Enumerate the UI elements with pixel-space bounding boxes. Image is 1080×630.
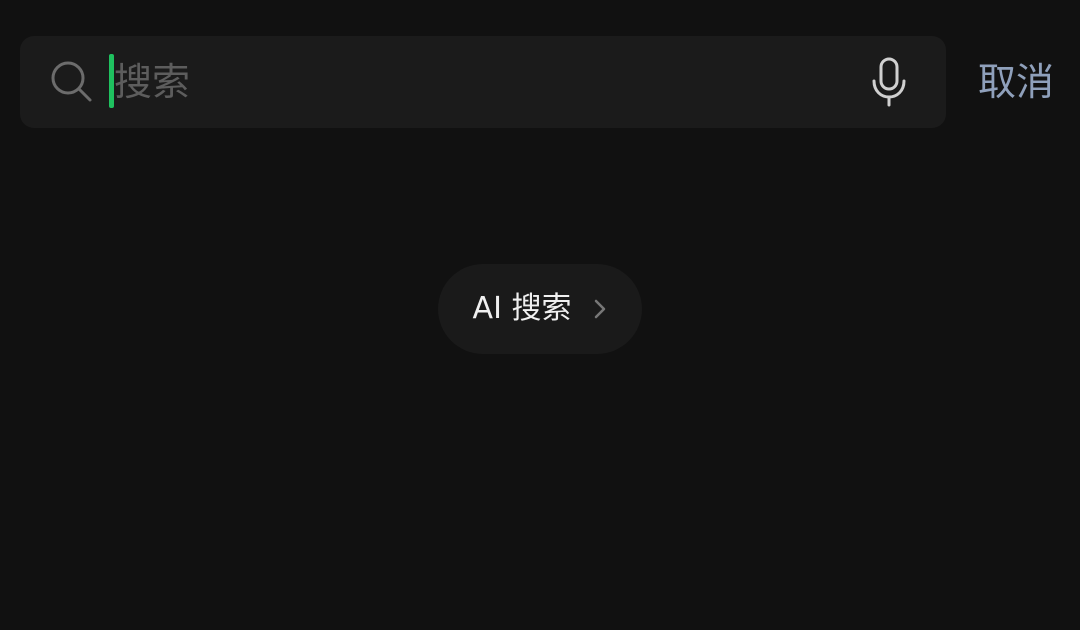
microphone-icon[interactable] [866, 56, 912, 108]
ai-search-label: AI 搜索 [472, 291, 572, 326]
search-icon [51, 61, 92, 102]
search-screen: 取消 AI 搜索 [0, 0, 1080, 630]
search-input[interactable] [114, 48, 834, 116]
cancel-button[interactable]: 取消 [966, 54, 1066, 110]
chevron-right-icon [595, 299, 606, 319]
ai-search-button[interactable]: AI 搜索 [438, 264, 642, 354]
